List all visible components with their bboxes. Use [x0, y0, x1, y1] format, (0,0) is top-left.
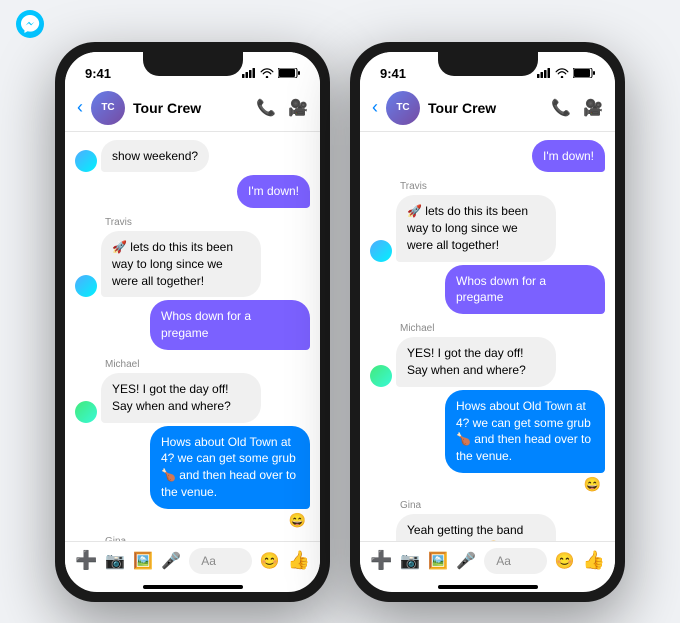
message-row: 🚀 lets do this its been way to long sinc…: [75, 231, 310, 297]
message-row: Hows about Old Town at 4? we can get som…: [370, 390, 605, 473]
group-name: Tour Crew: [428, 100, 543, 116]
sender-label: Travis: [105, 217, 310, 228]
header-actions: 📞 🎥: [256, 98, 308, 118]
avatar-michael: [370, 365, 392, 387]
msg-with-avatar: show weekend?: [75, 140, 209, 173]
message-row: I'm down!: [370, 140, 605, 173]
phone-1-notch: [143, 52, 243, 76]
call-icon[interactable]: 📞: [256, 98, 276, 118]
video-icon[interactable]: 🎥: [583, 98, 603, 118]
message-row: YES! I got the day off! Say when and whe…: [75, 373, 310, 423]
phone-1-time: 9:41: [85, 66, 111, 81]
msg-with-avatar: 🚀 lets do this its been way to long sinc…: [75, 231, 261, 297]
back-button[interactable]: ‹: [372, 97, 378, 118]
bubble-received: Yeah getting the band back together! 😄: [396, 514, 556, 540]
back-button[interactable]: ‹: [77, 97, 83, 118]
sender-label: Michael: [105, 359, 310, 370]
message-input[interactable]: Aa: [484, 548, 546, 574]
phone-2: 9:41: [350, 42, 625, 602]
group-avatar: TC: [91, 91, 125, 125]
camera-icon[interactable]: 📷: [105, 551, 125, 571]
message-row: Whos down for a pregame: [75, 300, 310, 350]
avatar-michael: [75, 401, 97, 423]
bubble-received: 🚀 lets do this its been way to long sinc…: [396, 195, 556, 261]
bubble-received: 🚀 lets do this its been way to long sinc…: [101, 231, 261, 297]
sender-label: Gina: [400, 500, 605, 511]
emoji-icon[interactable]: 😊: [555, 551, 575, 571]
signal-icon: [242, 68, 256, 78]
bubble-sent-blue: Hows about Old Town at 4? we can get som…: [445, 390, 605, 473]
signal-icon: [537, 68, 551, 78]
msg-with-avatar: YES! I got the day off! Say when and whe…: [75, 373, 261, 423]
thumb-icon[interactable]: 👍: [583, 550, 605, 571]
messenger-icon: [16, 10, 44, 38]
msg-with-avatar: 🚀 lets do this its been way to long sinc…: [370, 195, 556, 261]
video-icon[interactable]: 🎥: [288, 98, 308, 118]
bubble-sent: I'm down!: [237, 175, 310, 208]
message-row: Whos down for a pregame: [370, 265, 605, 315]
phone-2-notch: [438, 52, 538, 76]
mic-icon[interactable]: 🎤: [161, 551, 181, 571]
wifi-icon: [555, 68, 569, 78]
message-row: show weekend?: [75, 140, 310, 173]
phone-1-screen: 9:41: [65, 52, 320, 592]
phone-1: 9:41: [55, 42, 330, 602]
mic-icon[interactable]: 🎤: [456, 551, 476, 571]
home-indicator: [143, 585, 243, 589]
wifi-icon: [260, 68, 274, 78]
message-row: Hows about Old Town at 4? we can get som…: [75, 426, 310, 509]
add-icon[interactable]: ➕: [75, 550, 97, 571]
bubble-received: show weekend?: [101, 140, 209, 173]
message-row: 🚀 lets do this its been way to long sinc…: [370, 195, 605, 261]
phone-1-footer: ➕ 📷 🖼️ 🎤 Aa 😊 👍: [65, 541, 320, 580]
message-row: Yeah getting the band back together! 😄: [370, 514, 605, 540]
bubble-sent: Whos down for a pregame: [150, 300, 310, 350]
emoji-icon[interactable]: 😊: [260, 551, 280, 571]
thumb-icon[interactable]: 👍: [288, 550, 310, 571]
phone-2-time: 9:41: [380, 66, 406, 81]
call-icon[interactable]: 📞: [551, 98, 571, 118]
phone-1-chat-header: ‹ TC Tour Crew 📞 🎥: [65, 85, 320, 132]
bubble-received: YES! I got the day off! Say when and whe…: [396, 337, 556, 387]
group-avatar: TC: [386, 91, 420, 125]
sender-label: Travis: [400, 181, 605, 192]
header-info: Tour Crew: [428, 100, 543, 116]
camera-icon[interactable]: 📷: [400, 551, 420, 571]
battery-icon: [573, 68, 595, 78]
phone-1-status-icons: [242, 68, 300, 78]
sender-label: Michael: [400, 323, 605, 334]
bubble-received: YES! I got the day off! Say when and whe…: [101, 373, 261, 423]
phone-1-messages: show weekend? I'm down! Travis 🚀 lets do…: [65, 132, 320, 541]
bubble-sent-blue: Hows about Old Town at 4? we can get som…: [150, 426, 310, 509]
reaction-emoji: 😄: [370, 476, 601, 493]
avatar-travis: [75, 150, 97, 172]
header-actions: 📞 🎥: [551, 98, 603, 118]
bubble-sent: Whos down for a pregame: [445, 265, 605, 315]
phones-container: 9:41: [55, 42, 625, 602]
message-row: YES! I got the day off! Say when and whe…: [370, 337, 605, 387]
avatar-travis: [75, 275, 97, 297]
msg-with-avatar: Yeah getting the band back together! 😄: [370, 514, 556, 540]
avatar-travis: [370, 240, 392, 262]
msg-with-avatar: YES! I got the day off! Say when and whe…: [370, 337, 556, 387]
reaction-emoji: 😄: [75, 512, 306, 529]
photo-icon[interactable]: 🖼️: [428, 551, 448, 571]
photo-icon[interactable]: 🖼️: [133, 551, 153, 571]
phone-2-footer: ➕ 📷 🖼️ 🎤 Aa 😊 👍: [360, 541, 615, 580]
bubble-sent: I'm down!: [532, 140, 605, 173]
header-info: Tour Crew: [133, 100, 248, 116]
phone-2-status-icons: [537, 68, 595, 78]
message-input[interactable]: Aa: [189, 548, 251, 574]
add-icon[interactable]: ➕: [370, 550, 392, 571]
home-indicator: [438, 585, 538, 589]
phone-2-messages: I'm down! Travis 🚀 lets do this its been…: [360, 132, 615, 541]
message-row: I'm down!: [75, 175, 310, 208]
phone-2-chat-header: ‹ TC Tour Crew 📞 🎥: [360, 85, 615, 132]
battery-icon: [278, 68, 300, 78]
group-name: Tour Crew: [133, 100, 248, 116]
phone-2-screen: 9:41: [360, 52, 615, 592]
